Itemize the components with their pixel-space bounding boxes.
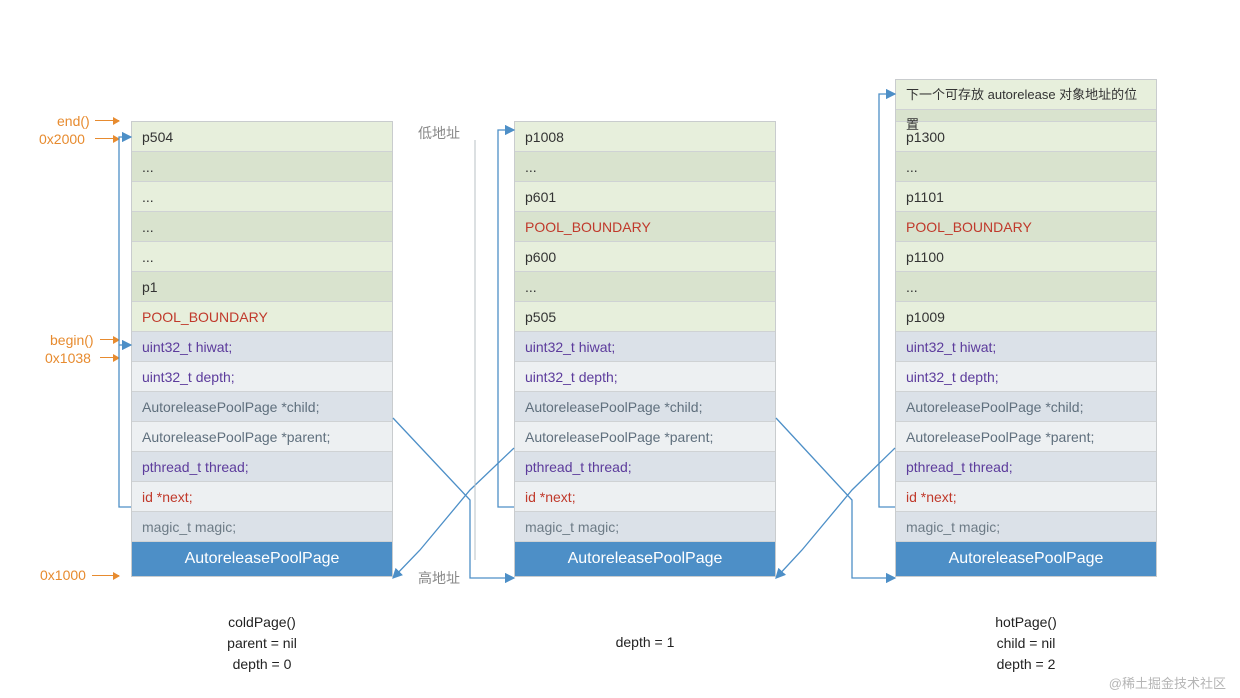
label-high-addr: 高地址 bbox=[418, 568, 460, 588]
cell-pool-boundary: POOL_BOUNDARY bbox=[132, 302, 392, 332]
label-begin: begin() bbox=[50, 332, 94, 348]
cell: ... bbox=[132, 152, 392, 182]
page-2: 下一个可存放 autorelease 对象地址的位置 p1300 ... p11… bbox=[895, 79, 1157, 577]
label-low-addr: 低地址 bbox=[418, 123, 460, 143]
cell-pool-boundary: POOL_BOUNDARY bbox=[515, 212, 775, 242]
caption-1: depth = 1 bbox=[514, 632, 776, 653]
cell: ... bbox=[132, 182, 392, 212]
cell-thread: pthread_t thread; bbox=[515, 452, 775, 482]
cell-depth: uint32_t depth; bbox=[896, 362, 1156, 392]
cell-magic: magic_t magic; bbox=[132, 512, 392, 542]
cell: p1100 bbox=[896, 242, 1156, 272]
cell: p1101 bbox=[896, 182, 1156, 212]
cell-child: AutoreleasePoolPage *child; bbox=[896, 392, 1156, 422]
arrow-base bbox=[92, 575, 119, 576]
cell-depth: uint32_t depth; bbox=[132, 362, 392, 392]
cell: p504 bbox=[132, 122, 392, 152]
watermark: @稀土掘金技术社区 bbox=[1109, 673, 1226, 692]
cell: ... bbox=[515, 272, 775, 302]
label-addr-begin: 0x1038 bbox=[45, 350, 91, 366]
cell: p1300 bbox=[896, 122, 1156, 152]
cell: p1008 bbox=[515, 122, 775, 152]
page-1: p1008 ... p601 POOL_BOUNDARY p600 ... p5… bbox=[514, 121, 776, 577]
cell: ... bbox=[515, 152, 775, 182]
cell-pool-boundary: POOL_BOUNDARY bbox=[896, 212, 1156, 242]
cell-thread: pthread_t thread; bbox=[132, 452, 392, 482]
cell-top-note: 下一个可存放 autorelease 对象地址的位置 bbox=[896, 80, 1156, 110]
cell-parent: AutoreleasePoolPage *parent; bbox=[132, 422, 392, 452]
cell-magic: magic_t magic; bbox=[896, 512, 1156, 542]
cell-child: AutoreleasePoolPage *child; bbox=[132, 392, 392, 422]
cell: p505 bbox=[515, 302, 775, 332]
cell-parent: AutoreleasePoolPage *parent; bbox=[896, 422, 1156, 452]
caption-0: coldPage() parent = nil depth = 0 bbox=[131, 612, 393, 675]
cell-hiwat: uint32_t hiwat; bbox=[896, 332, 1156, 362]
label-end: end() bbox=[57, 113, 90, 129]
cell-child: AutoreleasePoolPage *child; bbox=[515, 392, 775, 422]
page-title: AutoreleasePoolPage bbox=[896, 542, 1156, 576]
cell-parent: AutoreleasePoolPage *parent; bbox=[515, 422, 775, 452]
caption-2: hotPage() child = nil depth = 2 bbox=[895, 612, 1157, 675]
cell: p1009 bbox=[896, 302, 1156, 332]
label-addr-base: 0x1000 bbox=[40, 567, 86, 583]
cell: p600 bbox=[515, 242, 775, 272]
cell-hiwat: uint32_t hiwat; bbox=[515, 332, 775, 362]
diagram-canvas: end() 0x2000 begin() 0x1038 0x1000 栈顶 低地… bbox=[0, 0, 1240, 698]
page-0: p504 ... ... ... ... p1 POOL_BOUNDARY ui… bbox=[131, 121, 393, 577]
cell-thread: pthread_t thread; bbox=[896, 452, 1156, 482]
cell: ... bbox=[132, 212, 392, 242]
cell-next: id *next; bbox=[515, 482, 775, 512]
cell: ... bbox=[896, 152, 1156, 182]
cell: p1 bbox=[132, 272, 392, 302]
arrow-begin bbox=[100, 339, 119, 340]
cell: ... bbox=[896, 272, 1156, 302]
page-title: AutoreleasePoolPage bbox=[515, 542, 775, 576]
arrow-begin-addr bbox=[100, 357, 119, 358]
label-addr-end: 0x2000 bbox=[39, 131, 85, 147]
cell-next: id *next; bbox=[132, 482, 392, 512]
arrow-end-addr bbox=[95, 138, 119, 139]
cell: ... bbox=[132, 242, 392, 272]
cell-gap bbox=[896, 110, 1156, 122]
cell-magic: magic_t magic; bbox=[515, 512, 775, 542]
cell-depth: uint32_t depth; bbox=[515, 362, 775, 392]
arrow-end bbox=[95, 120, 119, 121]
page-title: AutoreleasePoolPage bbox=[132, 542, 392, 576]
cell: p601 bbox=[515, 182, 775, 212]
cell-next: id *next; bbox=[896, 482, 1156, 512]
cell-hiwat: uint32_t hiwat; bbox=[132, 332, 392, 362]
